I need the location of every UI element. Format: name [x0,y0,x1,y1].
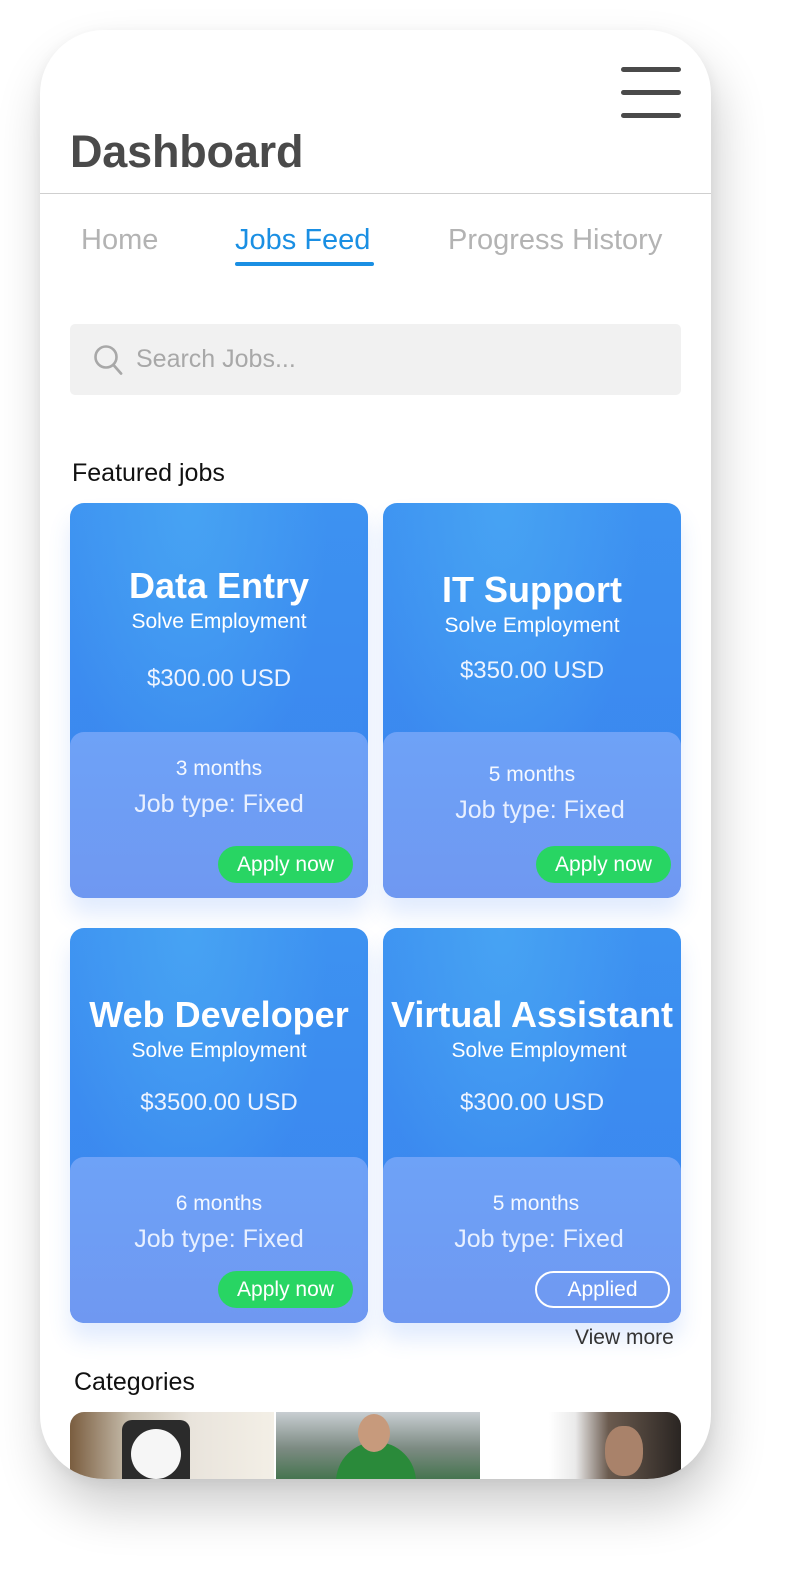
job-duration: 3 months [175,757,263,780]
job-details-panel: 5 months Job type: Fixed Apply now [383,732,681,898]
search-icon [94,345,123,375]
category-image-office[interactable] [70,1412,274,1479]
job-card-virtual-assistant[interactable]: Virtual Assistant Solve Employment $300.… [383,928,681,1323]
person-head-image [358,1414,390,1452]
tab-progress-history[interactable]: Progress History [448,224,662,257]
menu-line [621,90,681,95]
job-type: Job type: Fixed [134,1225,304,1253]
job-price: $300.00 USD [146,665,292,692]
apply-now-button[interactable]: Apply now [218,1271,353,1308]
category-image-developer[interactable] [276,1412,480,1479]
menu-line [621,67,681,72]
job-type: Job type: Fixed [455,796,625,824]
job-company: Solve Employment [444,614,620,637]
job-title: Data Entry [128,565,310,606]
job-price: $300.00 USD [459,1089,605,1116]
apply-now-button[interactable]: Apply now [218,846,353,883]
view-more-link[interactable]: View more [575,1326,674,1350]
job-duration: 5 months [492,1192,580,1215]
tab-jobs-feed[interactable]: Jobs Feed [235,224,370,257]
job-type: Job type: Fixed [454,1225,624,1253]
job-price: $350.00 USD [459,657,605,684]
menu-line [621,113,681,118]
job-duration: 6 months [175,1192,263,1215]
job-title: IT Support [442,569,622,610]
job-company: Solve Employment [451,1039,627,1062]
active-tab-indicator [235,262,374,266]
job-company: Solve Employment [131,1039,307,1062]
applied-button[interactable]: Applied [535,1271,670,1308]
job-title: Virtual Assistant [390,994,674,1035]
search-input[interactable] [136,324,666,395]
job-price: $3500.00 USD [140,1089,298,1116]
category-image-assistant[interactable] [549,1412,681,1479]
job-type: Job type: Fixed [134,790,304,818]
person-head-image [605,1426,643,1476]
job-title: Web Developer [89,994,349,1035]
phone-screen: Dashboard Home Jobs Feed Progress Histor… [40,30,711,1479]
job-details-panel: 6 months Job type: Fixed Apply now [70,1157,368,1323]
job-card-it-support[interactable]: IT Support Solve Employment $350.00 USD … [383,503,681,898]
categories-heading: Categories [74,1368,195,1396]
job-card-data-entry[interactable]: Data Entry Solve Employment $300.00 USD … [70,503,368,898]
job-details-panel: 5 months Job type: Fixed Applied [383,1157,681,1323]
hamburger-menu-icon[interactable] [621,67,681,119]
featured-jobs-heading: Featured jobs [72,459,225,487]
search-bar[interactable] [70,324,681,395]
apply-now-button[interactable]: Apply now [536,846,671,883]
job-company: Solve Employment [131,610,307,633]
job-details-panel: 3 months Job type: Fixed Apply now [70,732,368,898]
header-divider [40,193,711,194]
tab-home[interactable]: Home [81,224,158,257]
job-duration: 5 months [488,763,576,786]
page-title: Dashboard [70,126,304,177]
job-card-web-developer[interactable]: Web Developer Solve Employment $3500.00 … [70,928,368,1323]
timer-image [122,1420,190,1479]
